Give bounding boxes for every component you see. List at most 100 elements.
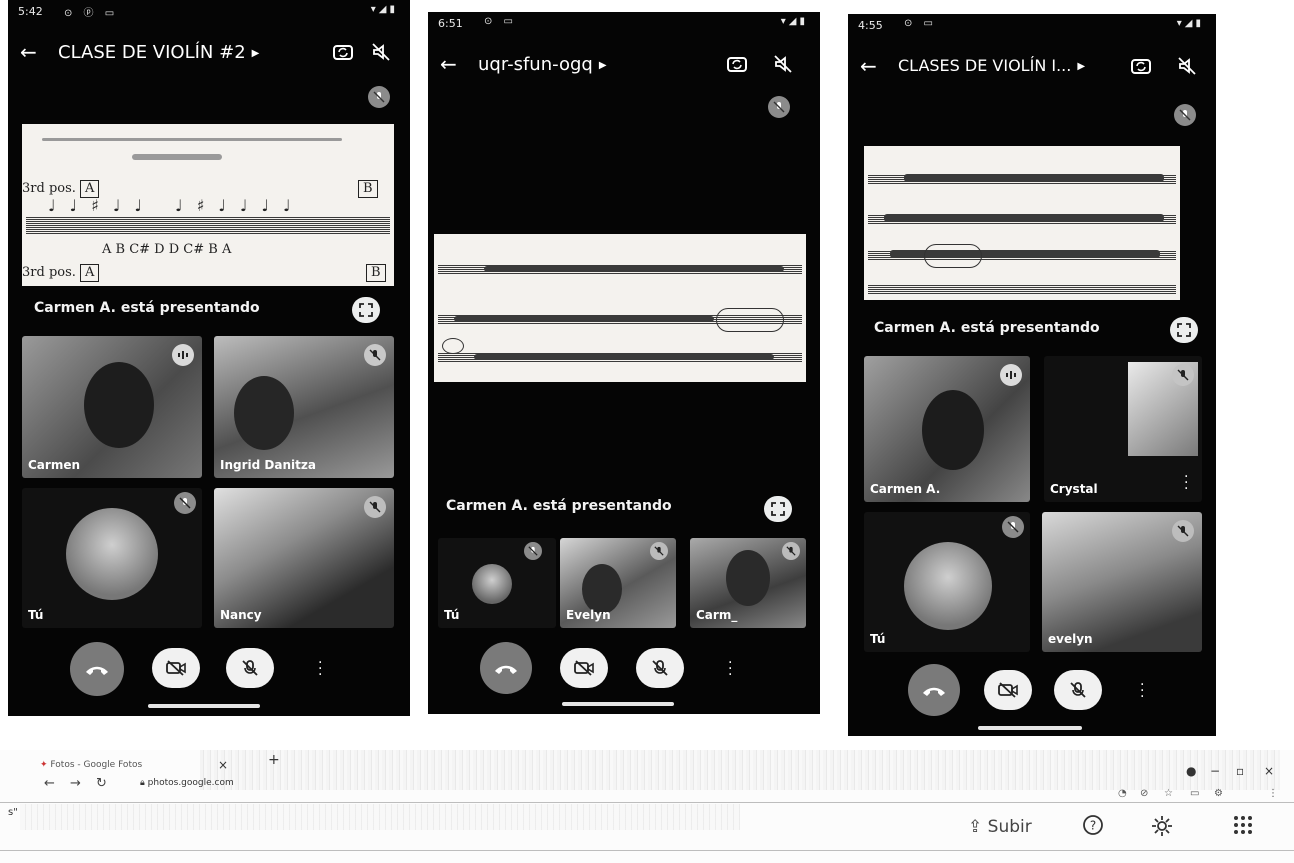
- svg-text:?: ?: [1090, 819, 1096, 833]
- mic-toggle-button[interactable]: [226, 648, 274, 688]
- section-b-marker: B: [358, 180, 378, 198]
- fullscreen-button[interactable]: [352, 297, 380, 323]
- speaker-off-icon[interactable]: [1174, 53, 1200, 79]
- participant-tile[interactable]: Carm_: [690, 538, 806, 628]
- self-view-tile[interactable]: Tú: [22, 488, 202, 628]
- notification-icons: ⊙ ▭: [904, 18, 938, 29]
- switch-camera-icon[interactable]: [724, 51, 750, 77]
- mic-muted-icon: [650, 542, 668, 560]
- bookmark-star-icon[interactable]: ☆: [1164, 788, 1173, 799]
- new-tab-icon[interactable]: +: [268, 752, 280, 768]
- self-view-tile[interactable]: Tú: [864, 512, 1030, 652]
- switch-camera-icon[interactable]: [1128, 53, 1154, 79]
- switch-camera-icon[interactable]: [330, 39, 356, 65]
- participant-tile[interactable]: Nancy: [214, 488, 394, 628]
- back-arrow-icon[interactable]: ←: [440, 52, 457, 76]
- mic-off-icon: [1070, 682, 1086, 698]
- browser-menu-icon[interactable]: ⋮: [1268, 788, 1278, 799]
- status-bar: 4:55 ⊙ ▭ ▾◢▮: [848, 14, 1216, 36]
- lower-position-label: 3rd pos.: [22, 265, 76, 280]
- photos-favicon-icon: ✦: [40, 760, 48, 770]
- more-options-icon[interactable]: · · ·: [318, 656, 322, 682]
- speaker-off-icon[interactable]: [770, 51, 796, 77]
- settings-gear-icon[interactable]: [1150, 814, 1174, 842]
- chevron-right-icon: ▶: [251, 47, 260, 59]
- participant-tile[interactable]: Crystal · · ·: [1044, 356, 1202, 502]
- mic-toggle-button[interactable]: [1054, 670, 1102, 710]
- address-bar[interactable]: 🔒︎ photos.google.com: [140, 778, 234, 788]
- forward-arrow-icon[interactable]: →: [70, 776, 81, 791]
- end-call-button[interactable]: [70, 642, 124, 696]
- end-call-button[interactable]: [908, 664, 960, 716]
- participant-video: [922, 390, 984, 470]
- participant-name: Nancy: [220, 608, 262, 622]
- lock-icon: 🔒︎: [140, 778, 145, 788]
- tab-close-icon[interactable]: ×: [218, 758, 228, 772]
- address-url: photos.google.com: [147, 778, 234, 788]
- back-arrow-icon[interactable]: ←: [44, 776, 55, 791]
- meeting-title[interactable]: uqr-sfun-ogq ▶: [478, 54, 607, 75]
- reading-list-icon[interactable]: ▭: [1190, 788, 1199, 799]
- scan-noise: [20, 804, 740, 830]
- home-indicator: [148, 704, 260, 708]
- meet-screenshot-3: 4:55 ⊙ ▭ ▾◢▮ ← CLASES DE VIOLÍN I... ▶ Ca…: [848, 14, 1216, 736]
- participant-tile[interactable]: Carmen: [22, 336, 202, 478]
- speaker-off-icon[interactable]: [368, 39, 394, 65]
- status-time: 6:51: [438, 17, 463, 30]
- fullscreen-button[interactable]: [1170, 317, 1198, 343]
- eye-off-icon[interactable]: ⊘: [1140, 788, 1148, 799]
- help-icon[interactable]: ?: [1082, 814, 1104, 840]
- camera-toggle-button[interactable]: [152, 648, 200, 688]
- status-bar: 5:42 ⊙ ⓟ ▭ ▾◢▮: [8, 0, 410, 22]
- presenting-text: Carmen A. está presentando: [446, 498, 672, 514]
- camera-off-icon: [998, 682, 1018, 698]
- more-options-icon[interactable]: · · ·: [1184, 470, 1188, 496]
- page-fragment-text: s": [8, 807, 18, 818]
- system-icons: ▾◢▮: [1176, 18, 1204, 29]
- camera-toggle-button[interactable]: [984, 670, 1032, 710]
- participant-video: [726, 550, 770, 606]
- self-avatar: [904, 542, 992, 630]
- self-view-tile[interactable]: Tú: [438, 538, 556, 628]
- mic-off-icon: [652, 660, 668, 676]
- minimize-icon[interactable]: −: [1210, 764, 1220, 778]
- meeting-header: ← uqr-sfun-ogq ▶: [428, 44, 820, 84]
- profile-dot-icon[interactable]: ●: [1186, 764, 1196, 778]
- end-call-icon: [86, 666, 108, 675]
- divider: [0, 850, 1294, 851]
- more-options-icon[interactable]: · · ·: [1140, 678, 1144, 704]
- participant-name: Crystal: [1050, 482, 1098, 496]
- mic-muted-icon: [1172, 520, 1194, 542]
- participant-tile[interactable]: evelyn: [1042, 512, 1202, 652]
- mic-muted-icon: [1174, 104, 1196, 126]
- participant-tile[interactable]: Ingrid Danitza: [214, 336, 394, 478]
- participant-video: [234, 376, 294, 450]
- meeting-title[interactable]: CLASE DE VIOLÍN #2 ▶: [58, 42, 259, 63]
- self-avatar: [472, 564, 512, 604]
- system-icons: ▾◢▮: [370, 4, 398, 15]
- maximize-icon[interactable]: ▫: [1236, 764, 1244, 778]
- back-arrow-icon[interactable]: ←: [20, 40, 37, 64]
- participant-video: [84, 362, 154, 448]
- apps-grid-icon[interactable]: [1232, 814, 1254, 840]
- google-lens-icon[interactable]: ◔: [1118, 788, 1127, 799]
- meeting-title[interactable]: CLASES DE VIOLÍN I... ▶: [898, 56, 1085, 75]
- upload-button[interactable]: ⇪ Subir: [968, 817, 1032, 837]
- self-label: Tú: [444, 608, 460, 622]
- camera-off-icon: [574, 660, 594, 676]
- back-arrow-icon[interactable]: ←: [860, 54, 877, 78]
- fullscreen-button[interactable]: [764, 496, 792, 522]
- participant-tile[interactable]: Carmen A.: [864, 356, 1030, 502]
- camera-toggle-button[interactable]: [560, 648, 608, 688]
- reload-icon[interactable]: ↻: [96, 776, 107, 791]
- mic-toggle-button[interactable]: [636, 648, 684, 688]
- participant-tile[interactable]: Evelyn: [560, 538, 676, 628]
- mic-muted-icon: [368, 86, 390, 108]
- end-call-button[interactable]: [480, 642, 532, 694]
- close-window-icon[interactable]: ×: [1264, 764, 1274, 778]
- fullscreen-icon: [771, 502, 785, 516]
- more-options-icon[interactable]: · · ·: [728, 656, 732, 682]
- upload-icon: ⇪: [968, 817, 983, 837]
- mic-muted-icon: [1172, 364, 1194, 386]
- extensions-icon[interactable]: ⚙: [1214, 788, 1223, 799]
